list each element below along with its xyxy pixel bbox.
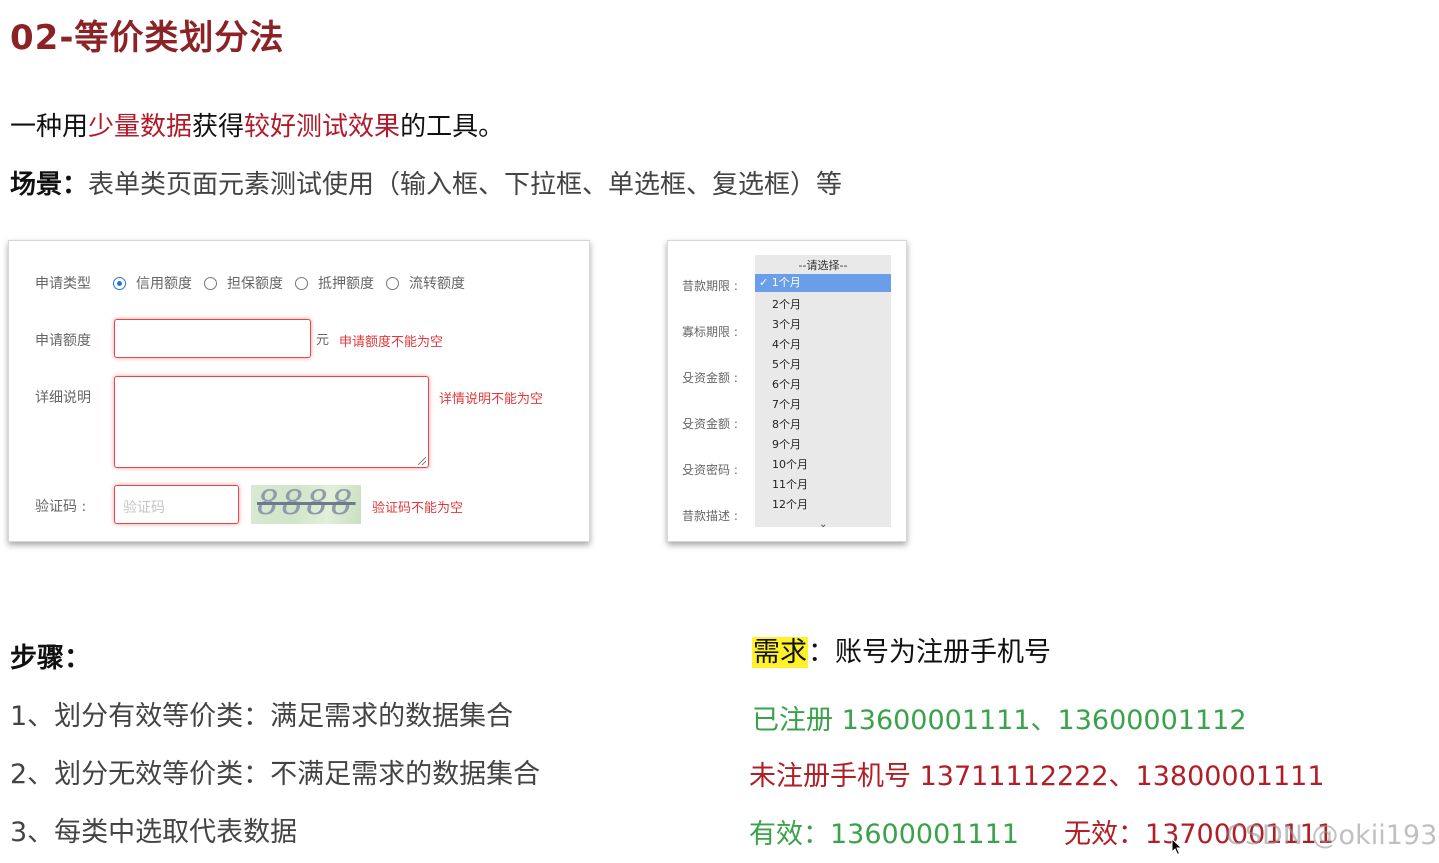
detail-error-message: 详情说明不能为空: [439, 392, 544, 407]
dropdown-option[interactable]: 10个月: [772, 456, 808, 472]
captcha-error-message: 验证码不能为空: [372, 501, 464, 516]
radio-option-mortgage[interactable]: 抵押额度: [295, 273, 374, 293]
dropdown-option[interactable]: 11个月: [772, 476, 808, 492]
mouse-cursor-icon: [1171, 837, 1183, 861]
radio-option-label: 信用额度: [136, 276, 192, 292]
dropdown-field-label: 殳资金额 :: [682, 371, 738, 385]
radio-unchecked-icon: [386, 276, 399, 290]
intro-part-2: 获得: [192, 112, 245, 142]
dropdown-option[interactable]: 8个月: [772, 416, 801, 432]
captcha-image-text: 8888: [257, 485, 356, 523]
registered-numbers: 已注册 13600001111、13600001112: [752, 705, 1247, 736]
scene-label: 场景：: [10, 170, 89, 200]
dropdown-example-screenshot: 昔款期限 : 寡标期限 : 殳资金额 : 殳资金额 : 殳资密码 : 昔款描述 …: [667, 240, 907, 542]
radio-option-credit[interactable]: 信用额度: [113, 273, 192, 293]
radio-checked-icon: [113, 276, 126, 290]
step-3: 3、每类中选取代表数据: [10, 817, 298, 848]
scene-text: 表单类页面元素测试使用（输入框、下拉框、单选框、复选框）等: [88, 170, 843, 200]
intro-part-1: 一种用: [10, 112, 89, 142]
dropdown-field-label: 昔款描述 :: [682, 509, 738, 523]
radio-unchecked-icon: [295, 276, 308, 290]
valid-example: 有效：13600001111: [749, 819, 1019, 850]
dropdown-field-label: 殳资密码 :: [682, 463, 738, 477]
dropdown-option[interactable]: 3个月: [772, 316, 801, 332]
dropdown-option[interactable]: 6个月: [772, 376, 801, 392]
amount-input[interactable]: [114, 319, 311, 358]
steps-title: 步骤：: [10, 643, 91, 674]
detail-label: 详细说明: [35, 390, 91, 406]
chevron-down-icon[interactable]: ⌄: [819, 519, 827, 530]
radio-option-label: 流转额度: [409, 276, 465, 292]
step-1: 1、划分有效等价类：满足需求的数据集合: [10, 701, 514, 732]
dropdown-option[interactable]: 4个月: [772, 336, 801, 352]
intro-part-3: 的工具。: [400, 112, 505, 142]
watermark: CSDN @okii1939: [1226, 820, 1439, 851]
amount-unit: 元: [316, 333, 330, 348]
form-example-screenshot: 申请类型 信用额度 担保额度 抵押额度 流转额度 申请额度 元 申请额度不能为空…: [8, 240, 590, 542]
radio-unchecked-icon: [204, 276, 217, 290]
radio-option-label: 抵押额度: [318, 276, 374, 292]
dropdown-option-selected[interactable]: ✓ 1个月: [755, 274, 891, 292]
slide-title: 02-等价类划分法: [10, 18, 285, 58]
requirement-line: 需求：账号为注册手机号: [752, 630, 1051, 669]
dropdown-option[interactable]: 9个月: [772, 436, 801, 452]
captcha-input[interactable]: 验证码: [114, 485, 239, 524]
dropdown-field-label: 殳资金额 :: [682, 417, 738, 431]
dropdown-option[interactable]: 7个月: [772, 396, 801, 412]
requirement-colon: ：: [808, 637, 835, 668]
type-label: 申请类型: [35, 276, 91, 292]
dropdown-option[interactable]: 2个月: [772, 296, 801, 312]
dropdown-option[interactable]: 12个月: [772, 496, 808, 512]
dropdown-option[interactable]: 5个月: [772, 356, 801, 372]
intro-highlight-good-effect: 较好测试效果: [244, 112, 401, 142]
radio-option-label: 担保额度: [227, 276, 283, 292]
detail-textarea[interactable]: [114, 376, 429, 468]
captcha-placeholder: 验证码: [123, 500, 165, 516]
requirement-text: 账号为注册手机号: [835, 637, 1051, 668]
intro-line: 一种用少量数据获得较好测试效果的工具。: [10, 106, 504, 143]
unregistered-numbers: 未注册手机号 13711112222、13800001111: [749, 761, 1325, 792]
type-radio-group: 信用额度 担保额度 抵押额度 流转额度: [113, 273, 477, 293]
radio-option-guarantee[interactable]: 担保额度: [204, 273, 283, 293]
scene-line: 场景：表单类页面元素测试使用（输入框、下拉框、单选框、复选框）等: [10, 164, 842, 201]
intro-highlight-small-data: 少量数据: [88, 112, 193, 142]
captcha-image[interactable]: 8888: [251, 485, 361, 524]
step-2: 2、划分无效等价类：不满足需求的数据集合: [10, 759, 541, 790]
dropdown-field-label: 昔款期限 :: [682, 279, 738, 293]
dropdown-header-option[interactable]: --请选择--: [755, 257, 891, 273]
resize-grip-icon[interactable]: [418, 457, 426, 465]
dropdown-options-list[interactable]: --请选择-- ✓ 1个月 2个月 3个月 4个月 5个月 6个月 7个月 8个…: [755, 255, 891, 530]
radio-option-circulation[interactable]: 流转额度: [386, 273, 465, 293]
amount-label: 申请额度: [35, 333, 91, 349]
captcha-label: 验证码 :: [35, 499, 87, 515]
requirement-label: 需求: [752, 637, 808, 668]
amount-error-message: 申请额度不能为空: [339, 335, 444, 350]
dropdown-field-label: 寡标期限 :: [682, 325, 738, 339]
